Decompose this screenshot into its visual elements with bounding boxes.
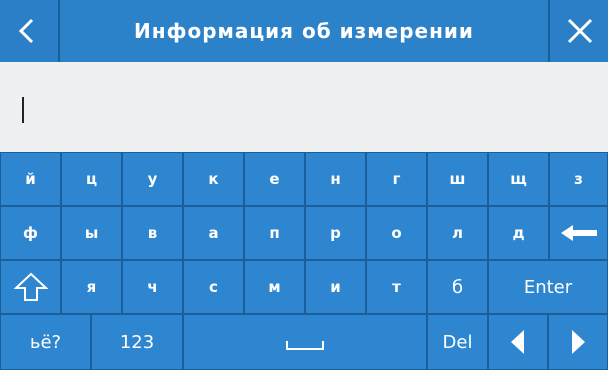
key-letter[interactable]: в — [122, 206, 183, 260]
close-button[interactable] — [548, 0, 608, 62]
key-letter[interactable]: з — [549, 152, 608, 206]
key-letter[interactable]: н — [305, 152, 366, 206]
cursor-right-key[interactable] — [548, 314, 608, 370]
key-letter[interactable]: л — [427, 206, 488, 260]
key-letter[interactable]: ф — [0, 206, 61, 260]
key-letter[interactable]: й — [0, 152, 61, 206]
back-button[interactable] — [0, 0, 60, 62]
delete-key[interactable]: Del — [427, 314, 488, 370]
key-letter[interactable]: и — [305, 260, 366, 314]
key-letter[interactable]: т — [366, 260, 427, 314]
key-letter[interactable]: у — [122, 152, 183, 206]
key-letter[interactable]: я — [61, 260, 122, 314]
key-letter[interactable]: г — [366, 152, 427, 206]
backspace-key[interactable] — [549, 206, 608, 260]
backspace-arrow-icon — [560, 225, 597, 241]
title-bar: Информация об измерении — [0, 0, 608, 62]
key-letter[interactable]: ы — [61, 206, 122, 260]
shift-icon — [13, 272, 48, 301]
text-caret — [22, 97, 24, 123]
page-title: Информация об измерении — [134, 19, 474, 43]
key-letter[interactable]: е — [244, 152, 305, 206]
cursor-left-key[interactable] — [488, 314, 548, 370]
key-letter[interactable]: о — [366, 206, 427, 260]
numbers-key[interactable]: 123 — [91, 314, 183, 370]
space-icon — [286, 341, 324, 350]
key-letter[interactable]: с — [183, 260, 244, 314]
key-letter[interactable]: ш — [427, 152, 488, 206]
key-letter[interactable]: б — [427, 260, 488, 314]
text-input-field[interactable] — [0, 62, 608, 152]
close-icon — [567, 18, 593, 44]
key-letter[interactable]: а — [183, 206, 244, 260]
key-letter[interactable]: ц — [61, 152, 122, 206]
key-letter[interactable]: д — [488, 206, 549, 260]
keyboard: й ц у к е н г ш щ з ф ы в а п р о л д я … — [0, 152, 608, 370]
key-letter[interactable]: к — [183, 152, 244, 206]
shift-key[interactable] — [0, 260, 61, 314]
virtual-keyboard-screen: Информация об измерении й ц у к е н г ш … — [0, 0, 608, 370]
key-letter[interactable]: п — [244, 206, 305, 260]
key-letter[interactable]: р — [305, 206, 366, 260]
enter-key[interactable]: Enter — [488, 260, 608, 314]
key-letter[interactable]: ч — [122, 260, 183, 314]
chevron-left-icon — [18, 18, 34, 44]
alt-chars-key[interactable]: ьё? — [0, 314, 91, 370]
key-letter[interactable]: м — [244, 260, 305, 314]
left-arrow-icon — [511, 330, 524, 354]
right-arrow-icon — [572, 330, 585, 354]
key-letter[interactable]: щ — [488, 152, 549, 206]
space-key[interactable] — [183, 314, 427, 370]
